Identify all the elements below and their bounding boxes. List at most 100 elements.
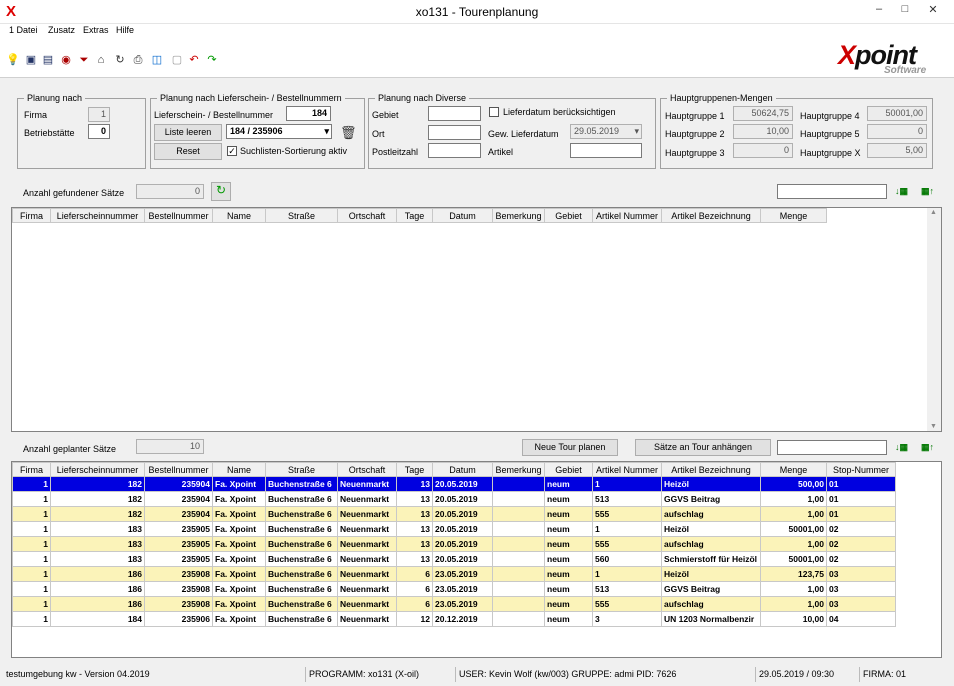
gew-lieferdatum-combo[interactable]: 29.05.2019 ▾ xyxy=(570,124,642,139)
column-header[interactable]: Menge xyxy=(760,208,827,223)
window-icon[interactable]: ◫ xyxy=(150,53,164,67)
artikel-input[interactable] xyxy=(570,143,642,158)
window-title: xo131 - Tourenplanung xyxy=(415,5,539,19)
ls-combo[interactable]: 184 / 235906 ▾ xyxy=(226,124,332,139)
column-header[interactable]: Stop-Nummer xyxy=(826,462,896,477)
column-header[interactable]: Tage xyxy=(396,462,433,477)
table-cell: 1,00 xyxy=(760,596,827,612)
column-header[interactable]: Firma xyxy=(12,208,51,223)
lieferdatum-checkbox[interactable] xyxy=(489,107,499,117)
column-header[interactable]: Menge xyxy=(760,462,827,477)
gebiet-input[interactable] xyxy=(428,106,481,121)
column-header[interactable]: Name xyxy=(212,208,266,223)
column-header[interactable]: Tage xyxy=(396,208,433,223)
maximize-button[interactable]: □ xyxy=(894,3,916,19)
column-header[interactable]: Lieferscheinnummer xyxy=(50,462,145,477)
search-top-input[interactable] xyxy=(777,184,887,199)
column-header[interactable]: Straße xyxy=(265,208,338,223)
menu-zusatz[interactable]: Zusatz xyxy=(48,25,75,35)
search-up-icon[interactable]: ▦↑ xyxy=(921,186,934,197)
column-header[interactable]: Ortschaft xyxy=(337,208,397,223)
help-icon[interactable]: ▣ xyxy=(24,53,38,67)
table-cell: neum xyxy=(544,611,593,627)
status-env: testumgebung kw - Version 04.2019 xyxy=(6,669,150,679)
table-cell: 20.05.2019 xyxy=(432,491,493,507)
table-row[interactable]: 1 186 235908 Fa. Xpoint Buchenstraße 6 Neuenm… xyxy=(12,581,896,597)
betriebsstaette-field[interactable]: 0 xyxy=(88,124,110,139)
column-header[interactable]: Firma xyxy=(12,462,51,477)
column-header[interactable]: Gebiet xyxy=(544,462,593,477)
minimize-button[interactable]: – xyxy=(868,3,890,19)
table-row[interactable]: 1 186 235908 Fa. Xpoint Buchenstraße 6 Neuenm… xyxy=(12,566,896,582)
sort-checkbox[interactable]: ✓ xyxy=(227,146,237,156)
search-down-icon[interactable]: ↓▦ xyxy=(895,442,908,453)
table-cell: 184 xyxy=(50,611,145,627)
table-row[interactable]: 1 184 235906 Fa. Xpoint Buchenstraße 6 Neuenm… xyxy=(12,611,896,627)
column-header[interactable]: Artikel Nummer xyxy=(592,462,662,477)
liste-leeren-button[interactable]: Liste leeren xyxy=(154,124,222,141)
hg1-label: Hauptgruppe 1 xyxy=(665,111,725,121)
book-icon[interactable]: ▤ xyxy=(41,53,55,67)
column-header[interactable]: Bestellnummer xyxy=(144,462,213,477)
column-header[interactable]: Ortschaft xyxy=(337,462,397,477)
column-header[interactable]: Gebiet xyxy=(544,208,593,223)
home-icon[interactable]: ⌂ xyxy=(94,53,108,67)
column-header[interactable]: Lieferscheinnummer xyxy=(50,208,145,223)
saetze-anhaengen-button[interactable]: Sätze an Tour anhängen xyxy=(635,439,771,456)
search-down-icon[interactable]: ↓▦ xyxy=(895,186,908,197)
filter-icon[interactable]: ⏷ xyxy=(77,53,91,67)
table-cell: 20.05.2019 xyxy=(432,506,493,522)
neue-tour-button[interactable]: Neue Tour planen xyxy=(522,439,618,456)
table-cell: Fa. Xpoint xyxy=(212,506,266,522)
table-cell: 23.05.2019 xyxy=(432,566,493,582)
table-row[interactable]: 1 183 235905 Fa. Xpoint Buchenstraße 6 Neuenm… xyxy=(12,536,896,552)
table-cell: 12 xyxy=(396,611,433,627)
column-header[interactable]: Bemerkung xyxy=(492,462,545,477)
hg2-value: 10,00 xyxy=(733,124,793,139)
column-header[interactable]: Name xyxy=(212,462,266,477)
column-header[interactable]: Datum xyxy=(432,208,493,223)
scroll-down-icon[interactable]: ▼ xyxy=(930,423,937,430)
ort-input[interactable] xyxy=(428,125,481,140)
save-icon[interactable]: ▢ xyxy=(170,53,184,67)
table-row[interactable]: 1 182 235904 Fa. Xpoint Buchenstraße 6 Neuenm… xyxy=(12,491,896,507)
scroll-up-icon[interactable]: ▲ xyxy=(930,209,937,216)
search-up-icon[interactable]: ▦↑ xyxy=(921,442,934,453)
found-table-scrollbar[interactable]: ▲ ▼ xyxy=(927,208,941,431)
column-header[interactable]: Datum xyxy=(432,462,493,477)
reset-button[interactable]: Reset xyxy=(154,143,222,160)
menu-extras[interactable]: Extras xyxy=(83,25,109,35)
refresh-icon[interactable]: ↻ xyxy=(113,53,127,67)
redo-icon[interactable]: ↷ xyxy=(205,53,219,67)
database-icon[interactable]: ◉ xyxy=(59,53,73,67)
menu-hilfe[interactable]: Hilfe xyxy=(116,25,134,35)
table-cell: aufschlag xyxy=(661,596,761,612)
column-header[interactable]: Bemerkung xyxy=(492,208,545,223)
table-row[interactable]: 1 183 235905 Fa. Xpoint Buchenstraße 6 Neuenm… xyxy=(12,521,896,537)
refresh-icon[interactable]: ↻ xyxy=(211,182,231,201)
table-cell: 01 xyxy=(826,491,896,507)
undo-icon[interactable]: ↶ xyxy=(187,53,201,67)
firma-field[interactable]: 1 xyxy=(88,107,110,122)
search-bottom-input[interactable] xyxy=(777,440,887,455)
table-cell: 1 xyxy=(12,566,51,582)
table-cell: 13 xyxy=(396,551,433,567)
table-cell xyxy=(492,566,545,582)
print-icon[interactable]: ⎙ xyxy=(131,53,145,67)
column-header[interactable]: Straße xyxy=(265,462,338,477)
close-button[interactable]: ✕ xyxy=(922,3,944,19)
table-row[interactable]: 1 182 235904 Fa. Xpoint Buchenstraße 6 Neuenm… xyxy=(12,476,896,492)
menu-datei[interactable]: 1 Datei xyxy=(9,25,38,35)
trash-icon[interactable]: 🗑 xyxy=(340,125,357,141)
table-row[interactable]: 1 182 235904 Fa. Xpoint Buchenstraße 6 Neuenm… xyxy=(12,506,896,522)
nr-input[interactable]: 184 xyxy=(286,106,331,121)
column-header[interactable]: Artikel Bezeichnung xyxy=(661,208,761,223)
column-header[interactable]: Artikel Nummer xyxy=(592,208,662,223)
plz-input[interactable] xyxy=(428,143,481,158)
column-header[interactable]: Bestellnummer xyxy=(144,208,213,223)
column-header[interactable]: Artikel Bezeichnung xyxy=(661,462,761,477)
lightbulb-icon[interactable]: 💡 xyxy=(6,53,20,67)
table-row[interactable]: 1 186 235908 Fa. Xpoint Buchenstraße 6 Neuenm… xyxy=(12,596,896,612)
table-row[interactable]: 1 183 235905 Fa. Xpoint Buchenstraße 6 Neuenm… xyxy=(12,551,896,567)
table-cell: neum xyxy=(544,566,593,582)
